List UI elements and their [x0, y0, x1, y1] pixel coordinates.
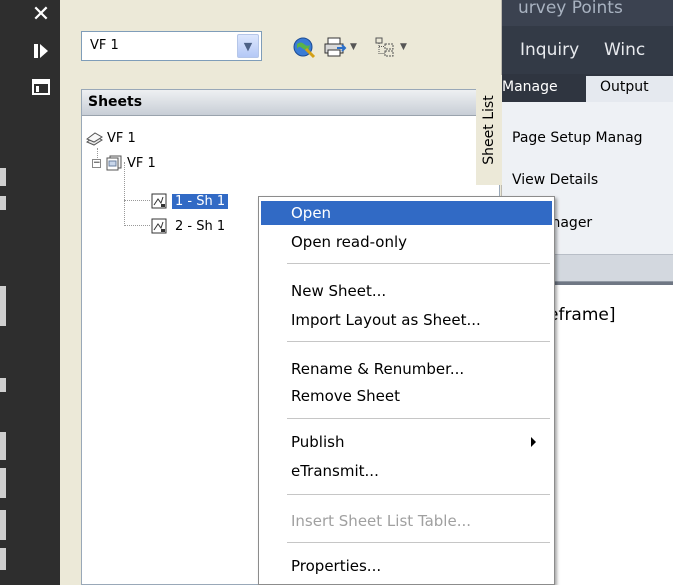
- context-menu: Open Open read-only New Sheet... Import …: [258, 196, 555, 585]
- auto-hide-icon[interactable]: [30, 40, 52, 62]
- sheet-set-combo[interactable]: VF 1 ▼: [81, 31, 262, 61]
- menu-item-insert-sheet-list-table: Insert Sheet List Table...: [291, 512, 472, 530]
- tab-sheet-list[interactable]: Sheet List: [476, 75, 502, 185]
- edge-mark: [0, 196, 6, 210]
- menu-separator: [287, 418, 550, 419]
- tree-item-label: VF 1: [127, 155, 156, 171]
- chevron-down-icon[interactable]: ▼: [400, 42, 407, 52]
- ribbon-tabs: Manage Output: [502, 74, 673, 102]
- subset-icon: [106, 155, 122, 171]
- menu-separator: [287, 263, 550, 264]
- edge-mark: [0, 432, 6, 460]
- publish-button[interactable]: ▼: [323, 33, 357, 61]
- menu-item-open[interactable]: Open: [261, 201, 552, 225]
- close-icon[interactable]: ✕: [30, 4, 52, 26]
- menu-item-properties[interactable]: Properties...: [261, 554, 552, 578]
- tab-manage[interactable]: Manage: [502, 76, 586, 102]
- edge-mark: [0, 378, 6, 392]
- menu-item-inquiry[interactable]: Inquiry: [520, 40, 579, 60]
- menu-item-window[interactable]: Winc: [604, 40, 645, 60]
- tree-view-icon: [375, 37, 394, 57]
- menu-item-new-sheet[interactable]: New Sheet...: [261, 279, 552, 303]
- edge-mark: [0, 468, 6, 498]
- viewport-label: eframe]: [548, 305, 616, 325]
- menu-separator: [287, 542, 550, 543]
- menu-separator: [287, 341, 550, 342]
- collapse-icon[interactable]: −: [92, 158, 101, 168]
- tree-item-sheet[interactable]: 2 - Sh 1: [150, 216, 225, 236]
- app-menu-bar: Inquiry Winc: [502, 26, 673, 74]
- chevron-down-icon[interactable]: ▼: [237, 34, 259, 58]
- tree-item-label: 1 - Sh 1: [172, 193, 229, 209]
- sheet-set-icon: [86, 132, 103, 146]
- menu-item-import-layout[interactable]: Import Layout as Sheet...: [261, 308, 552, 332]
- properties-icon[interactable]: [30, 76, 52, 98]
- menu-separator: [287, 494, 550, 495]
- edge-mark: [0, 168, 6, 186]
- sheet-set-combo-value: VF 1: [90, 38, 119, 53]
- printer-icon: [324, 37, 347, 57]
- menu-item-rename-renumber[interactable]: Rename & Renumber...: [261, 357, 552, 381]
- menu-item-publish-label: Publish: [291, 433, 345, 451]
- menu-item-publish[interactable]: Publish: [261, 430, 552, 454]
- submenu-arrow-icon: [531, 437, 536, 447]
- view-options-button[interactable]: ▼: [373, 33, 407, 61]
- tree-item-sheet-set[interactable]: VF 1: [85, 128, 136, 148]
- ribbon-item-page-setup[interactable]: Page Setup Manag: [512, 130, 643, 146]
- edge-mark: [0, 510, 6, 540]
- chevron-down-icon[interactable]: ▼: [350, 42, 357, 52]
- tree-item-subset[interactable]: − VF 1: [92, 153, 156, 173]
- tree-item-label: 2 - Sh 1: [175, 218, 226, 234]
- tree-item-label: VF 1: [107, 130, 136, 146]
- globe-icon: [293, 37, 316, 59]
- app-title-text: urvey Points: [518, 0, 623, 18]
- tab-sheet-list-label: Sheet List: [481, 95, 497, 165]
- menu-item-open-read-only[interactable]: Open read-only: [261, 230, 552, 254]
- app-title-bar: urvey Points: [502, 0, 673, 26]
- sheet-icon: [151, 193, 167, 209]
- edge-mark: [0, 548, 6, 570]
- palette-title-strip: ✕: [0, 0, 60, 585]
- ribbon-item-view-details[interactable]: View Details: [512, 172, 598, 188]
- menu-item-remove-sheet[interactable]: Remove Sheet: [261, 384, 552, 408]
- sheet-set-details-button[interactable]: [292, 33, 316, 61]
- edge-mark: [0, 286, 6, 326]
- tree-line: [124, 200, 150, 201]
- sheet-icon: [151, 218, 167, 234]
- sheets-title: Sheets: [88, 94, 143, 110]
- tab-output[interactable]: Output: [586, 76, 673, 102]
- menu-item-etransmit[interactable]: eTransmit...: [261, 459, 552, 483]
- tree-item-sheet[interactable]: 1 - Sh 1: [150, 191, 229, 211]
- sheets-header: Sheets ↻: [82, 90, 499, 116]
- tree-line: [124, 225, 150, 226]
